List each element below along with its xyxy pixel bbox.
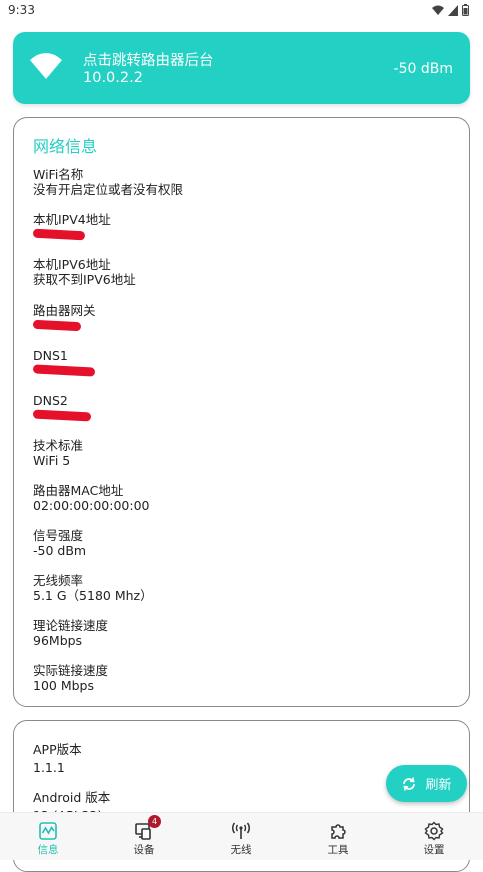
field-actual-speed: 实际链接速度 100 Mbps xyxy=(33,663,108,693)
field-frequency: 无线频率 5.1 G（5180 Mhz） xyxy=(33,573,153,603)
nav-label: 设置 xyxy=(423,844,445,856)
field-label: 信号强度 xyxy=(33,528,84,543)
network-info-card: 网络信息 WiFi名称 没有开启定位或者没有权限 本机IPV4地址 本机IPV6… xyxy=(13,117,470,707)
field-label: DNS1 xyxy=(33,348,68,363)
nav-item-devices[interactable]: 4 设备 xyxy=(96,813,192,860)
nav-label: 设备 xyxy=(133,844,155,856)
field-label: 路由器MAC地址 xyxy=(33,483,124,498)
field-label: 本机IPV4地址 xyxy=(33,212,111,227)
field-dns2: DNS2 xyxy=(32,393,92,422)
field-label: 无线频率 xyxy=(33,573,84,588)
field-value: WiFi 5 xyxy=(33,453,71,468)
redacted-value xyxy=(32,409,92,422)
device-count-badge: 4 xyxy=(148,815,161,828)
field-theoretical-speed: 理论链接速度 96Mbps xyxy=(33,618,108,648)
field-ipv4: 本机IPV4地址 xyxy=(32,212,111,241)
field-app-version: APP版本 1.1.1 xyxy=(33,742,82,775)
field-dns1: DNS1 xyxy=(32,348,96,377)
field-value: 02:00:00:00:00:00 xyxy=(33,498,150,513)
field-label: 技术标准 xyxy=(33,438,84,453)
nav-item-wireless[interactable]: 无线 xyxy=(193,813,289,860)
field-standard: 技术标准 WiFi 5 xyxy=(33,438,83,468)
gateway-ip: 10.0.2.2 xyxy=(83,70,143,86)
puzzle-icon xyxy=(331,824,346,839)
field-label: 实际链接速度 xyxy=(33,663,109,678)
field-label: 理论链接速度 xyxy=(33,618,109,633)
field-value: 5.1 G（5180 Mhz） xyxy=(33,588,153,603)
router-admin-title: 点击跳转路由器后台 xyxy=(83,53,214,69)
field-value: 获取不到IPV6地址 xyxy=(33,272,136,287)
chart-icon xyxy=(39,822,57,840)
field-label: WiFi名称 xyxy=(33,167,84,182)
battery-icon xyxy=(462,4,469,16)
redacted-value xyxy=(32,228,86,241)
refresh-button[interactable]: 刷新 xyxy=(386,765,467,802)
field-value: -50 dBm xyxy=(33,543,87,558)
field-router-mac: 路由器MAC地址 02:00:00:00:00:00 xyxy=(33,483,150,513)
field-value: 没有开启定位或者没有权限 xyxy=(33,182,184,197)
field-label: DNS2 xyxy=(33,393,68,408)
nav-label: 无线 xyxy=(230,844,252,856)
field-label: APP版本 xyxy=(33,742,82,757)
status-icons xyxy=(432,4,469,16)
field-signal: 信号强度 -50 dBm xyxy=(33,528,86,558)
field-value: 100 Mbps xyxy=(33,678,94,693)
field-label: Android 版本 xyxy=(33,790,111,805)
field-gateway: 路由器网关 xyxy=(32,303,96,332)
field-ipv6: 本机IPV6地址 获取不到IPV6地址 xyxy=(33,257,136,287)
router-admin-card[interactable]: 点击跳转路由器后台 10.0.2.2 -50 dBm xyxy=(13,32,470,104)
status-time: 9:33 xyxy=(8,3,35,17)
field-value: 1.1.1 xyxy=(33,760,65,775)
bottom-navigation: 信息 4 设备 无线 工具 设置 xyxy=(0,812,483,860)
nav-label: 工具 xyxy=(327,844,349,856)
nav-item-info[interactable]: 信息 xyxy=(0,813,96,860)
field-label: 路由器网关 xyxy=(33,303,96,318)
nav-label: 信息 xyxy=(37,844,59,856)
section-title: 网络信息 xyxy=(33,137,98,156)
refresh-icon xyxy=(403,776,416,791)
antenna-icon xyxy=(232,822,250,839)
field-value: 96Mbps xyxy=(33,633,83,648)
status-bar: 9:33 xyxy=(0,0,483,22)
field-wifi-name: WiFi名称 没有开启定位或者没有权限 xyxy=(33,167,183,197)
signal-strength: -50 dBm xyxy=(393,61,453,77)
wifi-icon xyxy=(30,53,62,79)
settings-gear-icon xyxy=(424,821,444,841)
field-label: 本机IPV6地址 xyxy=(33,257,111,272)
redacted-value xyxy=(32,364,96,377)
refresh-label: 刷新 xyxy=(425,778,452,793)
cellular-status-icon xyxy=(448,4,458,16)
redacted-value xyxy=(32,319,82,332)
nav-item-tools[interactable]: 工具 xyxy=(290,813,386,860)
nav-item-settings[interactable]: 设置 xyxy=(386,813,482,860)
wifi-status-icon xyxy=(432,5,444,15)
